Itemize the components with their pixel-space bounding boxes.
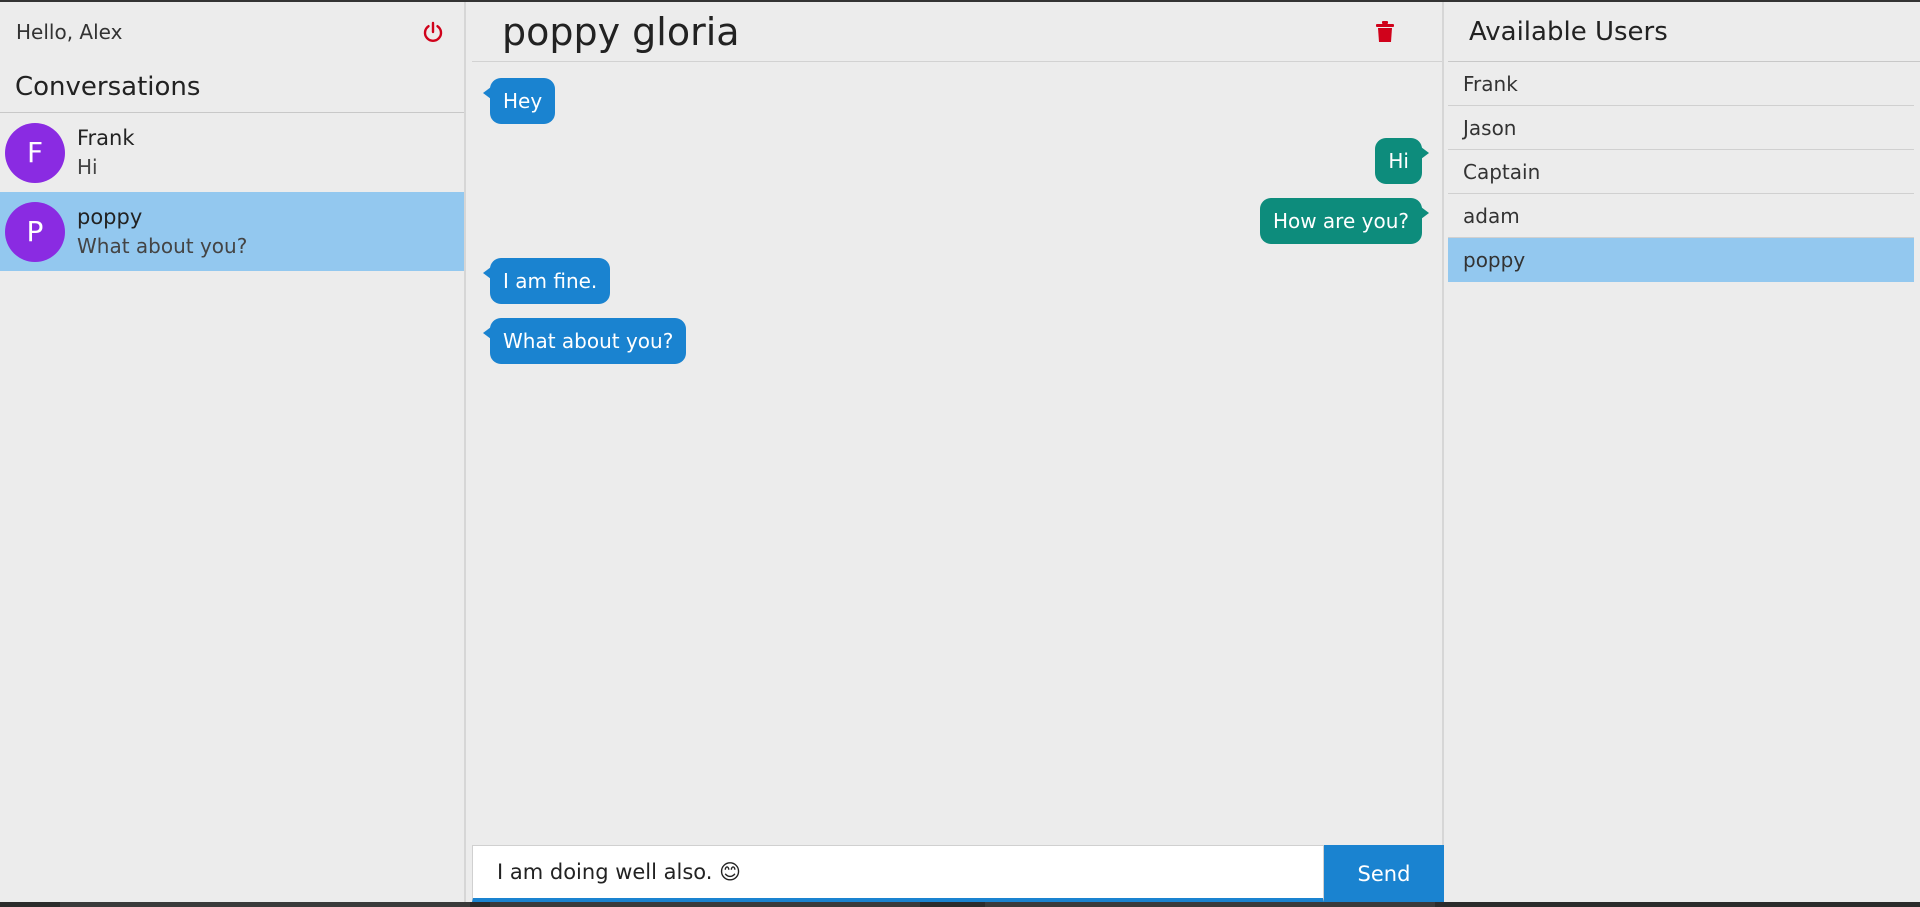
sidebar-header: Hello, Alex [0,2,464,62]
avatar: P [5,201,65,262]
message-bubble-incoming: Hey [482,78,556,124]
send-button[interactable]: Send [1324,845,1444,902]
greeting-text: Hello, Alex [16,20,123,44]
chat-header: poppy gloria [472,2,1442,62]
message-input[interactable] [472,845,1324,902]
user-item-frank[interactable]: Frank [1448,62,1914,106]
message-bubble-incoming: I am fine. [482,258,611,304]
available-users-heading: Available Users [1448,2,1920,62]
message-bubble-outgoing: Hi [1375,138,1429,184]
conversation-last-message: What about you? [77,233,248,258]
available-users-panel: Available Users Frank Jason Captain adam… [1448,2,1920,902]
conversation-item-frank[interactable]: F Frank Hi [0,113,464,192]
chat-panel: poppy gloria Hey Hi How are you? I am fi… [472,2,1444,902]
conversation-name: poppy [77,204,143,229]
message-composer: Send [472,845,1444,902]
power-icon[interactable] [420,19,446,45]
conversation-item-poppy[interactable]: P poppy What about you? [0,192,464,271]
trash-icon[interactable] [1373,20,1397,44]
taskbar-strip [0,902,1920,907]
conversations-heading: Conversations [15,72,201,102]
conversations-sidebar: Hello, Alex Conversations F Frank Hi P p… [0,2,466,902]
conversation-name: Frank [77,125,135,150]
user-item-poppy[interactable]: poppy [1448,238,1914,282]
user-item-captain[interactable]: Captain [1448,150,1914,194]
message-bubble-incoming: What about you? [482,318,687,364]
message-list: Hey Hi How are you? I am fine. What abou… [472,62,1442,842]
message-bubble-outgoing: How are you? [1259,198,1430,244]
avatar: F [5,122,65,183]
chat-title: poppy gloria [502,9,740,54]
user-item-adam[interactable]: adam [1448,194,1914,238]
user-item-jason[interactable]: Jason [1448,106,1914,150]
conversation-last-message: Hi [77,154,98,179]
